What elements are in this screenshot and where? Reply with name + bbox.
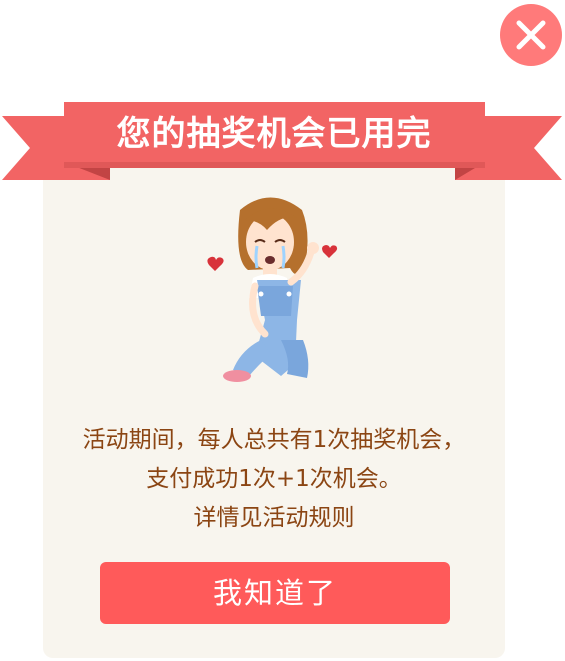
message-line-2: 支付成功1次+1次机会。 xyxy=(146,466,402,492)
message-line-1: 活动期间，每人总共有1次抽奖机会， xyxy=(82,427,466,453)
lottery-dialog: 您的抽奖机会已用完 活动期间，每人总共有1次抽奖机会， 支付成功1次+1次机会。… xyxy=(0,0,565,661)
dialog-title: 您的抽奖机会已用完 xyxy=(116,114,432,154)
confirm-button[interactable]: 我知道了 xyxy=(100,562,450,624)
crying-girl-illustration xyxy=(195,190,355,390)
close-icon xyxy=(516,20,546,50)
close-button[interactable] xyxy=(500,4,562,66)
message-line-3: 详情见活动规则 xyxy=(193,505,355,531)
